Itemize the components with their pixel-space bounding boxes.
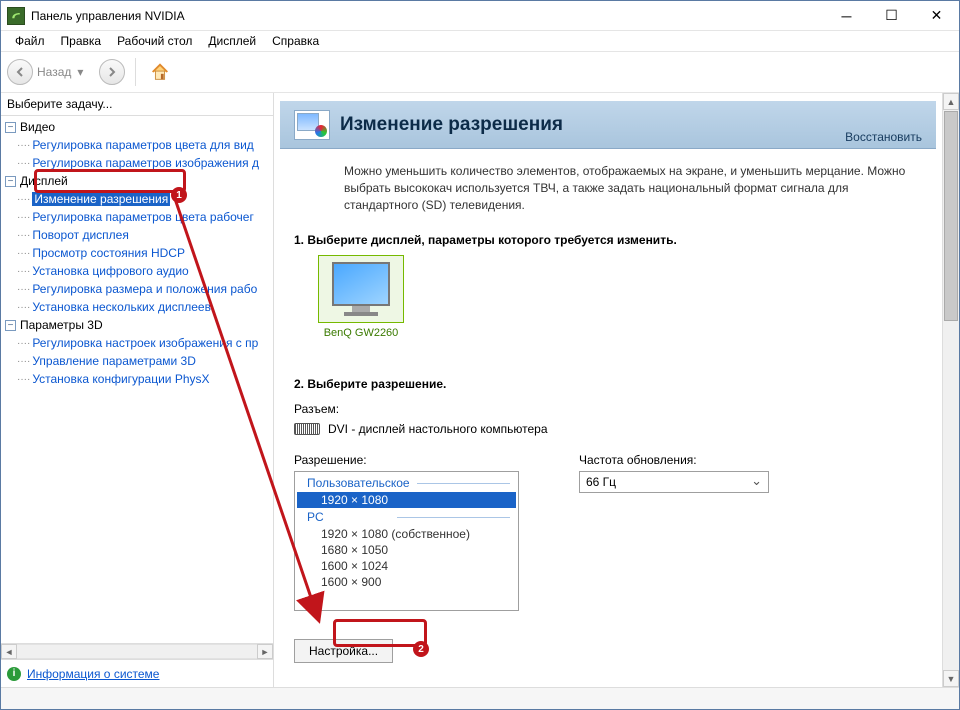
sidebar-h-scrollbar[interactable]: ◄ ►: [1, 643, 273, 659]
monitor-selector[interactable]: BenQ GW2260: [318, 255, 404, 339]
tree-item[interactable]: Регулировка параметров цвета для вид: [32, 138, 253, 152]
scroll-left-icon[interactable]: ◄: [1, 644, 17, 659]
scroll-track[interactable]: [943, 322, 959, 670]
menu-desktop[interactable]: Рабочий стол: [109, 32, 200, 50]
tree-item-change-resolution[interactable]: Изменение разрешения: [32, 192, 170, 206]
page-header: Изменение разрешения Восстановить: [280, 101, 936, 149]
resolution-listbox[interactable]: Пользовательское 1920 × 1080 PC 1920 × 1…: [294, 471, 519, 611]
scroll-thumb[interactable]: [944, 111, 958, 321]
nvidia-control-panel-window: Панель управления NVIDIA ─ ☐ ✕ Файл Прав…: [0, 0, 960, 710]
toolbar: Назад ▾: [1, 51, 959, 93]
menu-file[interactable]: Файл: [7, 32, 53, 50]
collapse-icon[interactable]: −: [5, 320, 16, 331]
tree-item[interactable]: Управление параметрами 3D: [32, 354, 196, 368]
tree-category-display[interactable]: Дисплей: [20, 174, 68, 188]
menu-help[interactable]: Справка: [264, 32, 327, 50]
tree-item[interactable]: Установка конфигурации PhysX: [32, 372, 209, 386]
monitor-icon: [332, 262, 390, 306]
scroll-track[interactable]: [17, 644, 257, 659]
scroll-up-icon[interactable]: ▲: [943, 93, 959, 110]
tree-item[interactable]: Регулировка параметров изображения д: [32, 156, 259, 170]
tree-item[interactable]: Установка цифрового аудио: [32, 264, 188, 278]
page-description: Можно уменьшить количество элементов, от…: [274, 149, 942, 223]
home-button[interactable]: [146, 58, 174, 86]
sidebar-footer: i Информация о системе: [1, 659, 273, 687]
res-option[interactable]: 1920 × 1080 (собственное): [297, 526, 516, 542]
tree-item[interactable]: Регулировка размера и положения рабо: [32, 282, 257, 296]
close-button[interactable]: ✕: [914, 1, 959, 30]
window-title: Панель управления NVIDIA: [31, 9, 824, 23]
tree-category-video[interactable]: Видео: [20, 120, 55, 134]
step2-title: 2. Выберите разрешение.: [274, 367, 942, 399]
nvidia-app-icon: [7, 7, 25, 25]
content-v-scrollbar[interactable]: ▲ ▼: [942, 93, 959, 687]
nav-back-button[interactable]: [7, 59, 33, 85]
collapse-icon[interactable]: −: [5, 122, 16, 133]
page-title: Изменение разрешения: [340, 114, 563, 136]
port-label: Разъем:: [294, 402, 339, 416]
res-group-pc: PC: [297, 508, 516, 526]
tree-item[interactable]: Установка нескольких дисплеев: [32, 300, 211, 314]
menu-display[interactable]: Дисплей: [200, 32, 264, 50]
tree-item[interactable]: Просмотр состояния HDCP: [32, 246, 185, 260]
sidebar: Выберите задачу... −Видео ····Регулировк…: [1, 93, 274, 687]
statusbar: [1, 687, 959, 709]
monitor-color-icon: [294, 110, 330, 140]
res-group-custom: Пользовательское: [297, 474, 516, 492]
res-option[interactable]: 1680 × 1050: [297, 542, 516, 558]
content: Изменение разрешения Восстановить Можно …: [274, 93, 942, 687]
restore-link[interactable]: Восстановить: [845, 130, 922, 144]
port-value: DVI - дисплей настольного компьютера: [328, 422, 548, 436]
dvi-port-icon: [294, 423, 320, 435]
res-option[interactable]: 1600 × 900: [297, 574, 516, 590]
menu-edit[interactable]: Правка: [53, 32, 110, 50]
res-option-selected[interactable]: 1920 × 1080: [297, 492, 516, 508]
tree-item[interactable]: Регулировка параметров цвета рабочег: [32, 210, 254, 224]
monitor-name: BenQ GW2260: [318, 327, 404, 339]
customize-button[interactable]: Настройка...: [294, 639, 393, 663]
toolbar-separator: [135, 58, 136, 86]
res-option[interactable]: 1600 × 1024: [297, 558, 516, 574]
nav-back-dropdown[interactable]: ▾: [77, 65, 89, 79]
menubar: Файл Правка Рабочий стол Дисплей Справка: [1, 31, 959, 51]
tree-item[interactable]: Регулировка настроек изображения с пр: [32, 336, 258, 350]
nav-forward-button[interactable]: [99, 59, 125, 85]
info-icon: i: [7, 667, 21, 681]
titlebar: Панель управления NVIDIA ─ ☐ ✕: [1, 1, 959, 31]
task-tree[interactable]: −Видео ····Регулировка параметров цвета …: [1, 115, 273, 643]
main-panel: Изменение разрешения Восстановить Можно …: [274, 93, 959, 687]
task-prompt: Выберите задачу...: [1, 93, 273, 115]
maximize-button[interactable]: ☐: [869, 1, 914, 30]
tree-item[interactable]: Поворот дисплея: [32, 228, 129, 242]
scroll-down-icon[interactable]: ▼: [943, 670, 959, 687]
tree-category-3d[interactable]: Параметры 3D: [20, 318, 103, 332]
refresh-label: Частота обновления:: [579, 453, 769, 467]
collapse-icon[interactable]: −: [5, 176, 16, 187]
minimize-button[interactable]: ─: [824, 1, 869, 30]
refresh-rate-select[interactable]: 66 Гц: [579, 471, 769, 493]
step1-title: 1. Выберите дисплей, параметры которого …: [274, 223, 942, 255]
body: Выберите задачу... −Видео ····Регулировк…: [1, 93, 959, 687]
scroll-right-icon[interactable]: ►: [257, 644, 273, 659]
resolution-label: Разрешение:: [294, 453, 519, 467]
nav-back-label: Назад: [37, 65, 71, 79]
system-info-link[interactable]: Информация о системе: [27, 667, 159, 681]
